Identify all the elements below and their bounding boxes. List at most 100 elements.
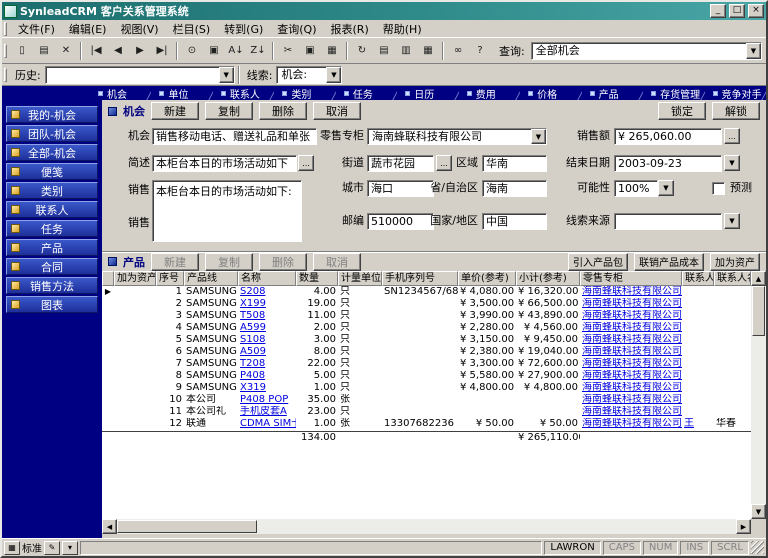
view-mode-icon[interactable]: ▦ <box>4 541 20 555</box>
product-name-link[interactable]: CDMA SIM卡 <box>240 418 296 429</box>
forecast-checkbox[interactable] <box>712 182 725 195</box>
scroll-right-icon[interactable]: ▶ <box>736 519 751 534</box>
tab[interactable]: 联系人 <box>213 86 274 100</box>
sidebar-item[interactable]: 联系人 <box>6 201 98 218</box>
table-row[interactable]: 11 本公司礼 手机皮套A 23.00 只 海南蜂联科技有限公司 <box>102 406 751 418</box>
column-header[interactable]: 单价(参考) <box>458 271 516 286</box>
retail-counter-link[interactable]: 海南蜂联科技有限公司 <box>582 406 682 417</box>
tab[interactable]: 类别 <box>274 86 335 100</box>
column-header[interactable]: 加为资产 <box>114 271 156 286</box>
tab[interactable]: 竞争对手 <box>705 86 766 100</box>
product-name-link[interactable]: X319 <box>240 382 266 393</box>
cut-icon[interactable]: ✂ <box>277 41 299 61</box>
column-header[interactable]: 序号 <box>156 271 184 286</box>
menu-item[interactable]: 文件(F) <box>11 20 62 38</box>
table-row[interactable]: 9 SAMSUNG X319 1.00 只 ¥ 4,800.00 ¥ 4,800… <box>102 382 751 394</box>
delete-icon[interactable]: ✕ <box>55 41 77 61</box>
sales-amount-ellipsis-button[interactable]: ... <box>724 128 740 144</box>
help-icon[interactable]: ? <box>469 41 491 61</box>
lead-source-dropdown-button[interactable]: ▼ <box>724 213 740 229</box>
scroll-up-icon[interactable]: ▲ <box>751 271 766 286</box>
print-icon[interactable]: ▤ <box>33 41 55 61</box>
retail-counter-link[interactable]: 海南蜂联科技有限公司 <box>582 382 682 393</box>
first-record-icon[interactable]: |◀ <box>85 41 107 61</box>
retail-counter-link[interactable]: 海南蜂联科技有限公司 <box>582 418 682 429</box>
opportunity-combobox[interactable]: 机会: ▼ <box>276 66 342 84</box>
history-combobox[interactable]: ▼ <box>45 66 235 84</box>
menu-item[interactable]: 报表(R) <box>324 20 376 38</box>
retail-counter-link[interactable]: 海南蜂联科技有限公司 <box>582 298 682 309</box>
table-row[interactable]: 2 SAMSUNG X199 19.00 只 ¥ 3,500.00 ¥ 66,5… <box>102 298 751 310</box>
menu-item[interactable]: 查询(Q) <box>270 20 323 38</box>
column-header[interactable]: 名称 <box>238 271 296 286</box>
tab[interactable]: 存货管理 <box>643 86 704 100</box>
maximize-button[interactable]: □ <box>729 4 745 18</box>
grid-view-icon[interactable]: ▦ <box>417 41 439 61</box>
prev-record-icon[interactable]: ◀ <box>107 41 129 61</box>
column-header[interactable]: 手机序列号 <box>382 271 458 286</box>
table-row[interactable]: 12 联通 CDMA SIM卡 1.00 张 13307682236 ¥ 50.… <box>102 418 751 430</box>
product-cancel-button[interactable]: 取消 <box>313 253 361 271</box>
chevron-down-icon[interactable]: ▼ <box>219 67 234 83</box>
retail-counter-link[interactable]: 海南蜂联科技有限公司 <box>582 346 682 357</box>
last-record-icon[interactable]: ▶| <box>151 41 173 61</box>
chevron-down-icon[interactable]: ▼ <box>326 67 341 83</box>
sort-ascending-icon[interactable]: A↓ <box>225 41 247 61</box>
preview-icon[interactable]: ▣ <box>203 41 225 61</box>
paste-icon[interactable]: ▦ <box>321 41 343 61</box>
column-header[interactable]: 联系人姓 <box>682 271 714 286</box>
product-new-button[interactable]: 新建 <box>151 253 199 271</box>
retail-counter-link[interactable]: 海南蜂联科技有限公司 <box>582 310 682 321</box>
menu-item[interactable]: 帮助(H) <box>376 20 429 38</box>
product-name-link[interactable]: A509 <box>240 346 266 357</box>
minimize-button[interactable]: _ <box>710 4 726 18</box>
product-name-link[interactable]: P408 <box>240 370 265 381</box>
sales-amount-field[interactable]: ¥ 265,060.00 <box>614 128 722 145</box>
sidebar-item[interactable]: 合同 <box>6 258 98 275</box>
column-header[interactable]: 联系人名 <box>714 271 751 286</box>
next-record-icon[interactable]: ▶ <box>129 41 151 61</box>
retail-counter-link[interactable]: 海南蜂联科技有限公司 <box>582 358 682 369</box>
add-as-asset-button[interactable]: 加为资产 <box>710 253 760 271</box>
tab[interactable]: 机会 <box>90 86 151 100</box>
tab[interactable]: 费用 <box>459 86 520 100</box>
chevron-down-icon[interactable]: ▼ <box>746 43 761 59</box>
import-product-pack-button[interactable]: 引入产品包 <box>568 253 628 271</box>
sidebar-item[interactable]: 产品 <box>6 239 98 256</box>
column-header[interactable]: 计量单位 <box>338 271 382 286</box>
contact-last-link[interactable]: 王 <box>684 418 694 429</box>
table-row[interactable]: 3 SAMSUNG T508 11.00 只 ¥ 3,990.00 ¥ 43,8… <box>102 310 751 322</box>
sidebar-item[interactable]: 类别 <box>6 182 98 199</box>
column-header[interactable]: 产品线 <box>184 271 238 286</box>
table-row[interactable]: 8 SAMSUNG P408 5.00 只 ¥ 5,580.00 ¥ 27,90… <box>102 370 751 382</box>
new-icon[interactable]: ▯ <box>11 41 33 61</box>
tab[interactable]: 日历 <box>397 86 458 100</box>
chevron-down-icon[interactable]: ▾ <box>62 541 78 555</box>
menu-item[interactable]: 转到(G) <box>217 20 270 38</box>
sidebar-item[interactable]: 图表 <box>6 296 98 313</box>
menu-item[interactable]: 视图(V) <box>113 20 165 38</box>
product-name-link[interactable]: T508 <box>240 310 265 321</box>
sidebar-item[interactable]: 任务 <box>6 220 98 237</box>
split-view-icon[interactable]: ▥ <box>395 41 417 61</box>
retail-counter-combobox[interactable]: 海南蜂联科技有限公司 ▼ <box>367 128 547 145</box>
magnify-icon[interactable]: ⊙ <box>181 41 203 61</box>
brief-field[interactable]: 本柜台本日的市场活动如下 <box>152 155 297 172</box>
tab[interactable]: 价格 <box>520 86 581 100</box>
product-name-link[interactable]: S108 <box>240 334 265 345</box>
table-row[interactable]: 10 本公司 P408 POP 35.00 张 海南蜂联科技有限公司 <box>102 394 751 406</box>
product-name-link[interactable]: X199 <box>240 298 266 309</box>
product-name-link[interactable]: A599 <box>240 322 266 333</box>
probability-field[interactable]: 100% <box>614 180 658 197</box>
probability-dropdown-button[interactable]: ▼ <box>658 180 674 196</box>
horizontal-scrollbar[interactable]: ◀ ▶ <box>102 519 751 534</box>
sidebar-item[interactable]: 全部-机会 <box>6 144 98 161</box>
vertical-scrollbar[interactable]: ▲ ▼ <box>751 271 766 519</box>
tab[interactable]: 单位 <box>151 86 212 100</box>
retail-counter-link[interactable]: 海南蜂联科技有限公司 <box>582 322 682 333</box>
opportunity-cancel-button[interactable]: 取消 <box>313 102 361 120</box>
refresh-product-cost-button[interactable]: 联销产品成本 <box>634 253 704 271</box>
product-name-link[interactable]: P408 POP <box>240 394 288 405</box>
find-icon[interactable]: ∞ <box>447 41 469 61</box>
product-name-link[interactable]: 手机皮套A <box>240 406 287 417</box>
